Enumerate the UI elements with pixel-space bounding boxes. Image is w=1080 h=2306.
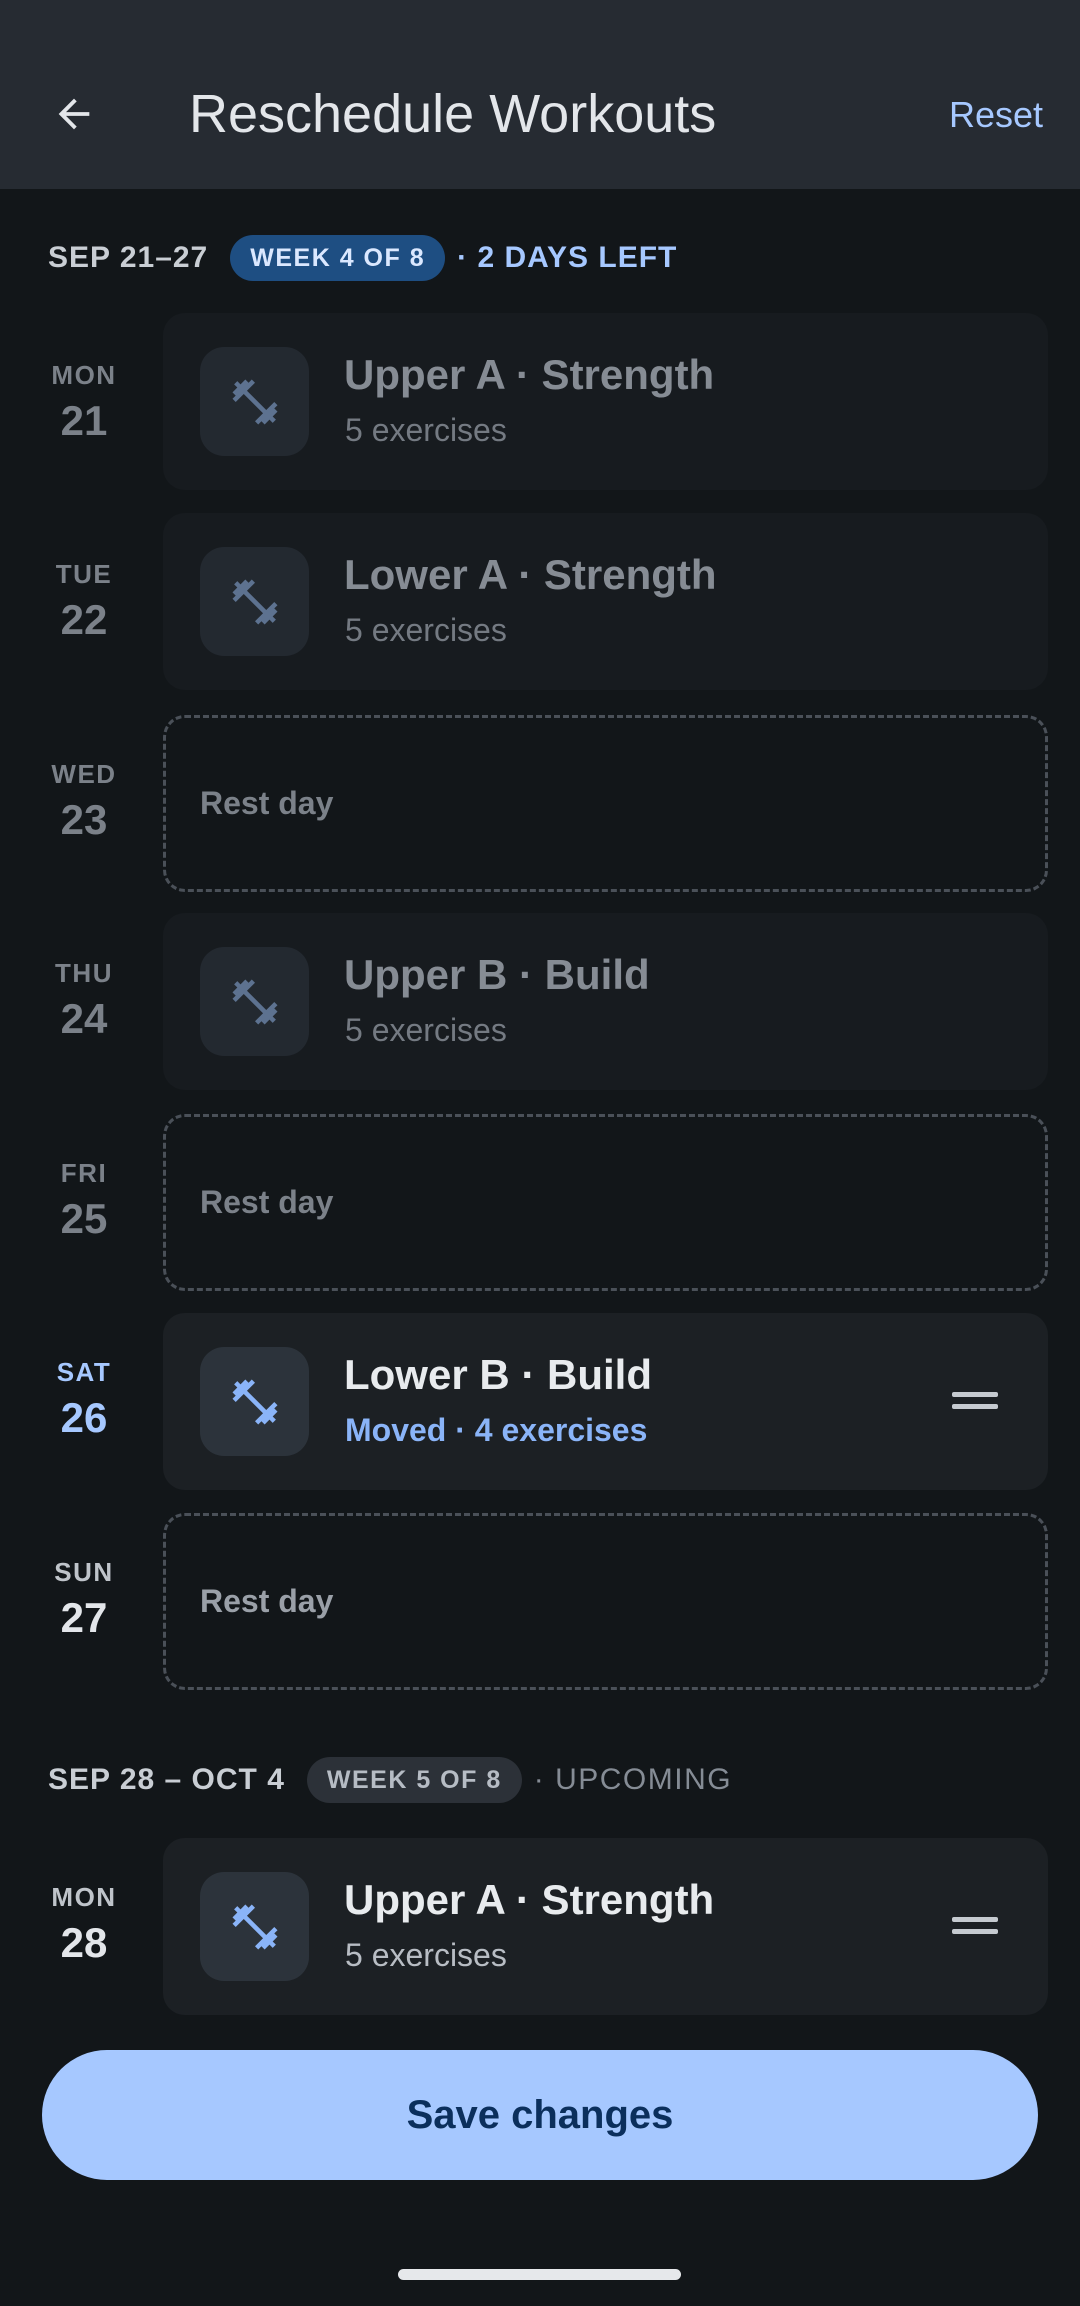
rest-day-slot[interactable]: Rest day: [163, 1114, 1048, 1291]
workout-icon-box: [200, 1347, 309, 1456]
week-status: · UPCOMING: [533, 1763, 733, 1796]
back-button[interactable]: [40, 80, 108, 148]
day-name: THU: [55, 958, 113, 988]
drag-handle-icon: [952, 1917, 998, 1934]
week-range: SEP 28 – OCT 4: [48, 1763, 285, 1796]
page-title: Reschedule Workouts: [189, 84, 717, 144]
day-label-mon-21: MON 21: [30, 360, 138, 446]
dumbbell-icon: [232, 579, 277, 624]
workout-title: Upper B · Build: [344, 951, 650, 998]
workout-subtitle: 5 exercises: [345, 412, 507, 448]
day-label-wed-23: WED 23: [30, 759, 138, 845]
dumbbell-icon: [232, 1904, 277, 1949]
home-indicator[interactable]: [398, 2269, 681, 2280]
workout-card[interactable]: Upper B · Build 5 exercises: [163, 913, 1048, 1090]
day-name: MON: [51, 360, 117, 390]
workout-title: Upper A · Strength: [344, 1876, 715, 1923]
dumbbell-icon: [232, 979, 277, 1024]
day-number: 25: [60, 1195, 108, 1242]
rest-day-label: Rest day: [200, 785, 334, 821]
day-number: 27: [60, 1594, 108, 1641]
workout-title: Lower B · Build: [344, 1351, 652, 1398]
workout-icon-box: [200, 547, 309, 656]
day-name: TUE: [55, 559, 113, 589]
week-header-upcoming: SEP 28 – OCT 4 WEEK 5 OF 8 · UPCOMING: [48, 1755, 732, 1805]
day-number: 28: [60, 1919, 108, 1966]
workout-card[interactable]: Upper A · Strength 5 exercises: [163, 1838, 1048, 2015]
day-number: 26: [60, 1394, 108, 1441]
day-name: SUN: [54, 1557, 114, 1587]
workout-subtitle: 5 exercises: [345, 1937, 507, 1973]
day-name: WED: [51, 759, 117, 789]
week-badge: WEEK 4 OF 8: [230, 235, 446, 281]
workout-card[interactable]: Lower A · Strength 5 exercises: [163, 513, 1048, 690]
workout-card[interactable]: Upper A · Strength 5 exercises: [163, 313, 1048, 490]
save-changes-button[interactable]: Save changes: [42, 2050, 1038, 2180]
day-label-fri-25: FRI 25: [30, 1158, 138, 1244]
day-number: 23: [60, 796, 108, 843]
workout-card-moved[interactable]: Lower B · Build Moved · 4 exercises: [163, 1313, 1048, 1490]
day-name: MON: [51, 1882, 117, 1912]
rest-day-label: Rest day: [200, 1583, 334, 1619]
workout-title: Upper A · Strength: [344, 351, 715, 398]
workout-icon-box: [200, 1872, 309, 1981]
drag-handle[interactable]: [952, 1383, 998, 1419]
rest-day-slot[interactable]: Rest day: [163, 1513, 1048, 1690]
workout-title: Lower A · Strength: [344, 551, 717, 598]
day-number: 21: [60, 397, 108, 444]
week-header-current: SEP 21–27 WEEK 4 OF 8 · 2 DAYS LEFT: [48, 233, 677, 283]
week-range: SEP 21–27: [48, 241, 209, 274]
workout-subtitle: Moved · 4 exercises: [345, 1412, 648, 1448]
day-number: 22: [60, 596, 108, 643]
day-label-tue-22: TUE 22: [30, 559, 138, 645]
arrow-left-icon: [58, 98, 90, 130]
day-label-mon-28: MON 28: [30, 1882, 138, 1968]
workout-icon-box: [200, 947, 309, 1056]
workout-icon-box: [200, 347, 309, 456]
day-label-sun-27: SUN 27: [30, 1557, 138, 1643]
rest-day-label: Rest day: [200, 1184, 334, 1220]
day-label-thu-24: THU 24: [30, 958, 138, 1044]
app-bar: Reschedule Workouts Reset: [0, 0, 1080, 189]
reset-button[interactable]: Reset: [949, 94, 1043, 136]
drag-handle[interactable]: [952, 1908, 998, 1944]
rest-day-slot[interactable]: Rest day: [163, 715, 1048, 892]
dumbbell-icon: [232, 1379, 277, 1424]
day-name: FRI: [60, 1158, 108, 1188]
day-number: 24: [60, 995, 108, 1042]
drag-handle-icon: [952, 1392, 998, 1409]
week-status: · 2 DAYS LEFT: [457, 241, 678, 274]
day-name: SAT: [56, 1357, 112, 1387]
workout-subtitle: 5 exercises: [345, 612, 507, 648]
week-badge: WEEK 5 OF 8: [306, 1757, 522, 1803]
workout-subtitle: 5 exercises: [345, 1012, 507, 1048]
day-label-sat-26: SAT 26: [30, 1357, 138, 1443]
dumbbell-icon: [232, 379, 277, 424]
